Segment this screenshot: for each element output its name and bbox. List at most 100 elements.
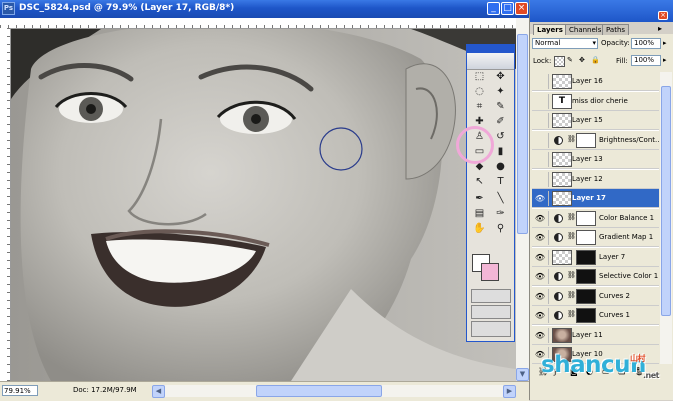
background-color-swatch[interactable]: [481, 263, 499, 281]
maximize-button[interactable]: □: [501, 2, 514, 15]
toolbox-header[interactable]: [467, 45, 514, 53]
layer-row[interactable]: ⛓ Brightness/Cont...: [532, 130, 659, 150]
visibility-eye-icon[interactable]: [534, 76, 546, 87]
palette-close-button[interactable]: ×: [658, 11, 668, 20]
tab-channels[interactable]: Channels: [565, 24, 606, 35]
hand-icon[interactable]: ✋: [470, 222, 489, 235]
eyedropper-icon[interactable]: ✑: [491, 207, 510, 220]
document-titlebar[interactable]: Ps DSC_5824.psd @ 79.9% (Layer 17, RGB/8…: [0, 0, 529, 18]
link-column[interactable]: [548, 327, 549, 343]
vertical-scrollbar[interactable]: ▼: [516, 18, 529, 381]
link-column[interactable]: [548, 74, 549, 89]
layer-thumbnail[interactable]: [552, 249, 572, 265]
visibility-eye-icon[interactable]: 👁: [534, 310, 546, 321]
visibility-eye-icon[interactable]: [534, 154, 546, 165]
horizontal-scroll-thumb[interactable]: [256, 385, 382, 397]
palette-menu-icon[interactable]: ▸: [658, 24, 662, 33]
link-column[interactable]: [548, 191, 549, 206]
layer-row[interactable]: 👁 ⛓ Color Balance 1: [532, 208, 659, 228]
magic-wand-icon[interactable]: ✦: [491, 85, 510, 98]
layer-mask-thumbnail[interactable]: [576, 210, 596, 226]
scroll-left-button[interactable]: ◀: [152, 385, 165, 398]
link-column[interactable]: [548, 171, 549, 187]
layer-mask-thumbnail[interactable]: [576, 132, 596, 148]
visibility-eye-icon[interactable]: [534, 115, 546, 126]
marquee-icon[interactable]: ⬚: [470, 70, 489, 83]
link-column[interactable]: [548, 249, 549, 265]
visibility-eye-icon[interactable]: [534, 135, 546, 146]
visibility-eye-icon[interactable]: 👁: [534, 330, 546, 341]
layer-mask-thumbnail[interactable]: [576, 288, 596, 304]
lock-all-icon[interactable]: 🔒: [591, 56, 600, 64]
tab-layers[interactable]: Layers: [533, 24, 567, 35]
scroll-down-button[interactable]: ▼: [516, 368, 529, 381]
line-icon[interactable]: ╲: [491, 192, 510, 205]
mask-link-icon[interactable]: ⛓: [567, 213, 576, 221]
layer-row[interactable]: 👁 ⛓ Gradient Map 1: [532, 228, 659, 247]
visibility-eye-icon[interactable]: 👁: [534, 193, 546, 204]
lock-position-icon[interactable]: ✥: [579, 56, 585, 64]
lock-image-icon[interactable]: ✎: [567, 56, 573, 64]
vertical-scroll-thumb[interactable]: [517, 34, 528, 234]
opacity-field[interactable]: 100%: [631, 38, 661, 49]
layer-mask-thumbnail[interactable]: [576, 230, 596, 245]
notes-icon[interactable]: ▤: [470, 207, 489, 220]
layer-row[interactable]: 👁 ⛓ Curves 2: [532, 286, 659, 306]
palette-titlebar[interactable]: ×: [530, 0, 673, 22]
mask-link-icon[interactable]: ⛓: [567, 291, 576, 299]
opacity-arrow-icon[interactable]: ▸: [663, 39, 667, 47]
zoom-level-field[interactable]: 79.91%: [2, 385, 38, 396]
brush-icon[interactable]: ✐: [491, 115, 510, 128]
mask-link-icon[interactable]: ⛓: [567, 135, 576, 143]
link-column[interactable]: [548, 288, 549, 304]
layer-row[interactable]: Tmiss dior cherie: [532, 91, 659, 111]
horizontal-scrollbar[interactable]: ◀ ▶: [152, 385, 516, 398]
visibility-eye-icon[interactable]: 👁: [534, 232, 546, 243]
visibility-eye-icon[interactable]: 👁: [534, 213, 546, 224]
layer-thumbnail[interactable]: [552, 113, 572, 128]
type-icon[interactable]: T: [491, 175, 510, 188]
layer-thumbnail[interactable]: [552, 327, 572, 343]
layer-row[interactable]: 👁 ⛓ Curves 1: [532, 306, 659, 325]
close-button[interactable]: ×: [515, 2, 528, 15]
layer-row[interactable]: 👁 ⛓ Selective Color 1: [532, 267, 659, 286]
layer-thumbnail[interactable]: [552, 191, 572, 206]
visibility-eye-icon[interactable]: [534, 96, 546, 107]
visibility-eye-icon[interactable]: 👁: [534, 271, 546, 282]
mask-link-icon[interactable]: ⛓: [567, 271, 576, 279]
image-canvas[interactable]: [11, 29, 516, 381]
lasso-icon[interactable]: ◌: [470, 85, 489, 98]
mask-link-icon[interactable]: ⛓: [567, 232, 576, 240]
layer-row[interactable]: 👁 Layer 17: [532, 189, 659, 208]
vertical-ruler[interactable]: [0, 28, 11, 381]
link-column[interactable]: [548, 93, 549, 109]
layer-mask-thumbnail[interactable]: [576, 308, 596, 323]
mask-link-icon[interactable]: ⛓: [567, 310, 576, 318]
link-column[interactable]: [548, 269, 549, 284]
jump-to-imageready-button[interactable]: [471, 321, 511, 337]
path-select-icon[interactable]: ↖: [470, 175, 489, 188]
tab-paths[interactable]: Paths: [602, 24, 630, 35]
layer-mask-thumbnail[interactable]: [576, 249, 596, 265]
quick-mask-buttons[interactable]: [471, 289, 511, 303]
history-brush-icon[interactable]: ↺: [491, 130, 510, 143]
link-column[interactable]: [548, 308, 549, 323]
minimize-button[interactable]: _: [487, 2, 500, 15]
visibility-eye-icon[interactable]: 👁: [534, 291, 546, 302]
layer-mask-thumbnail[interactable]: [576, 269, 596, 284]
blend-mode-select[interactable]: Normal ▾: [532, 38, 598, 49]
layer-thumbnail[interactable]: [552, 74, 572, 89]
link-column[interactable]: [548, 113, 549, 128]
layer-row[interactable]: 👁 Layer 7: [532, 247, 659, 267]
layer-list-scrollbar[interactable]: [660, 72, 672, 364]
move-icon[interactable]: ✥: [491, 70, 510, 83]
link-column[interactable]: [548, 210, 549, 226]
slice-icon[interactable]: ✎: [491, 100, 510, 113]
pen-icon[interactable]: ✒: [470, 192, 489, 205]
visibility-eye-icon[interactable]: [534, 174, 546, 185]
layer-list-scroll-thumb[interactable]: [661, 86, 671, 316]
layer-row[interactable]: Layer 16: [532, 72, 659, 91]
fill-arrow-icon[interactable]: ▸: [663, 56, 667, 64]
link-column[interactable]: [548, 132, 549, 148]
layer-row[interactable]: Layer 15: [532, 111, 659, 130]
